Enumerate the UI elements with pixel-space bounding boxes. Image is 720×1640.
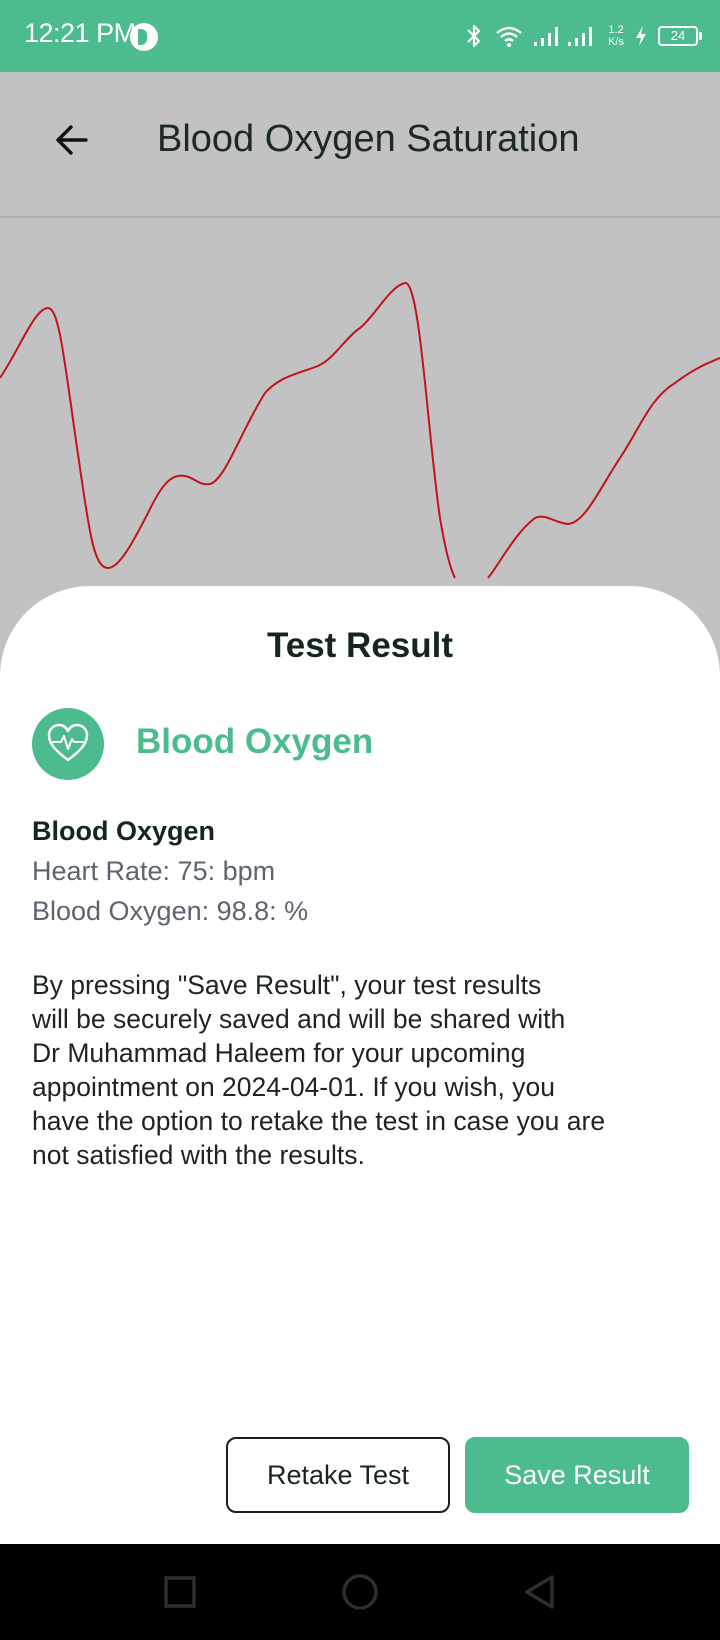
waveform-line <box>0 282 720 579</box>
save-disclaimer: By pressing "Save Result", your test res… <box>32 970 606 1170</box>
home-circle-icon <box>342 1574 378 1610</box>
test-result-sheet: Test Result Blood Oxygen Blood Oxygen He… <box>0 586 720 1544</box>
back-button[interactable] <box>44 112 100 168</box>
result-heading: Blood Oxygen <box>136 722 374 761</box>
notification-app-icon <box>130 23 158 51</box>
battery-icon: 24 <box>658 26 702 46</box>
bluetooth-icon <box>464 23 484 49</box>
heart-pulse-icon <box>32 708 104 780</box>
signal-icon <box>534 24 598 48</box>
ppg-waveform <box>0 216 720 636</box>
battery-level: 24 <box>670 28 686 43</box>
heart-rate-value: Heart Rate: 75: bpm <box>32 856 276 886</box>
recents-square-icon <box>164 1576 196 1608</box>
sheet-title: Test Result <box>266 626 454 665</box>
status-time: 12:21 PM <box>24 18 136 48</box>
home-button[interactable] <box>336 1568 384 1616</box>
page-title: Blood Oxygen Saturation <box>157 118 580 160</box>
status-icons: 1.2 K/s 24 <box>464 18 702 54</box>
back-triangle-icon <box>525 1575 554 1609</box>
network-speed: 1.2 K/s <box>608 24 624 48</box>
wifi-icon <box>494 24 524 48</box>
recents-button[interactable] <box>156 1568 204 1616</box>
save-result-button[interactable]: Save Result <box>465 1437 689 1513</box>
system-nav-bar <box>0 1544 720 1640</box>
app-bar: Blood Oxygen Saturation <box>0 72 720 216</box>
details-title: Blood Oxygen <box>32 816 216 846</box>
retake-test-button[interactable]: Retake Test <box>226 1437 450 1513</box>
status-bar: 12:21 PM 1.2 K/s 24 <box>0 0 720 72</box>
network-speed-unit: K/s <box>608 36 624 48</box>
network-speed-value: 1.2 <box>608 24 624 36</box>
charging-icon <box>634 25 648 47</box>
system-back-button[interactable] <box>516 1568 564 1616</box>
arrow-left-icon <box>56 125 88 155</box>
blood-oxygen-value: Blood Oxygen: 98.8: % <box>32 896 309 926</box>
